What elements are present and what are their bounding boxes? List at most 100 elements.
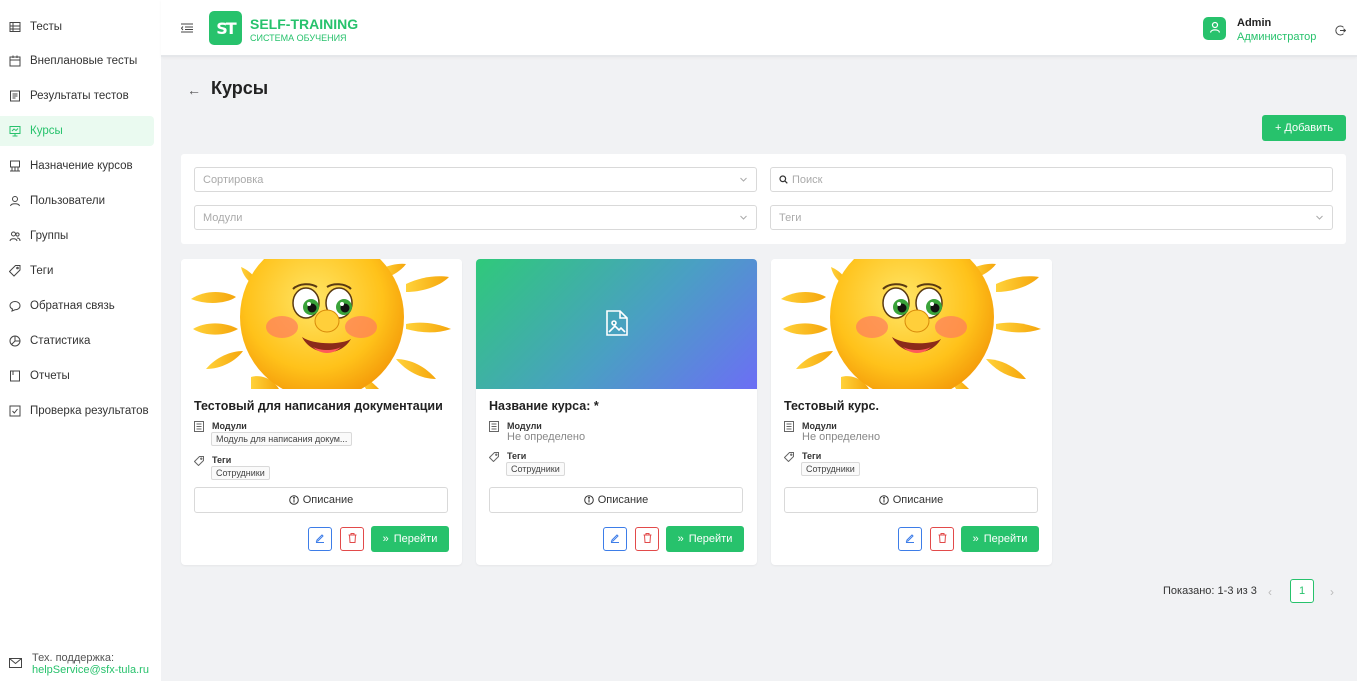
course-title: Название курса: *	[489, 399, 599, 413]
tags-label: Теги	[507, 451, 527, 461]
avatar[interactable]	[1203, 17, 1226, 40]
sidebar-item-results-check[interactable]: Проверка результатов	[0, 396, 154, 426]
search-field[interactable]	[770, 167, 1333, 192]
go-button-label: Перейти	[393, 533, 438, 545]
chevron-right-icon[interactable]: ›	[1330, 585, 1334, 599]
user-role: Администратор	[1237, 31, 1317, 43]
support-email-link[interactable]: helpService@sfx-tula.ru	[32, 664, 149, 676]
course-image-placeholder	[476, 259, 757, 389]
menu-collapse-icon[interactable]	[180, 22, 193, 36]
group-icon	[9, 230, 21, 242]
sidebar-item-label: Назначение курсов	[30, 160, 133, 172]
app-title: SELF-TRAINING	[250, 16, 359, 32]
sidebar: Тесты Внеплановые тесты Результаты тесто…	[0, 0, 161, 681]
sidebar-item-label: Проверка результатов	[30, 405, 149, 417]
pencil-icon	[315, 532, 325, 546]
go-button[interactable]: » Перейти	[371, 526, 449, 552]
sidebar-item-test-results[interactable]: Результаты тестов	[0, 81, 154, 111]
tag-icon	[783, 451, 794, 465]
double-chevron-right-icon: »	[382, 533, 389, 545]
modules-icon	[489, 421, 499, 435]
tag-badge: Сотрудники	[801, 462, 860, 476]
tags-label: Теги	[802, 451, 822, 461]
pencil-icon	[610, 532, 620, 546]
modules-label: Модули	[507, 421, 542, 431]
tag-icon	[488, 451, 499, 465]
sidebar-item-course-assignment[interactable]: Назначение курсов	[0, 151, 154, 181]
go-button[interactable]: » Перейти	[666, 526, 744, 552]
add-course-button[interactable]: + Добавить	[1262, 115, 1346, 141]
app-logo: ST	[209, 11, 242, 45]
tags-select[interactable]: Теги	[770, 205, 1333, 230]
description-button[interactable]: Описание	[489, 487, 743, 513]
chevron-down-icon	[739, 213, 748, 225]
sidebar-item-label: Результаты тестов	[30, 90, 129, 102]
description-button-label: Описание	[302, 494, 354, 506]
description-button-label: Описание	[597, 494, 649, 506]
modules-value: Не определено	[507, 431, 586, 443]
modules-value: Не определено	[802, 431, 881, 443]
sidebar-item-label: Внеплановые тесты	[30, 55, 138, 67]
course-title: Тестовый курс.	[784, 399, 879, 413]
feedback-icon	[9, 300, 21, 312]
tag-icon	[193, 455, 204, 469]
sidebar-item-feedback[interactable]: Обратная связь	[0, 291, 154, 321]
sidebar-item-label: Теги	[30, 265, 54, 277]
results-icon	[9, 90, 21, 102]
courses-icon	[9, 125, 21, 137]
description-button[interactable]: Описание	[194, 487, 448, 513]
modules-icon	[784, 421, 794, 435]
tests-icon	[9, 21, 21, 33]
chevron-left-icon[interactable]: ‹	[1268, 585, 1272, 599]
logout-icon[interactable]	[1335, 25, 1347, 39]
course-title: Тестовый для написания документации	[194, 399, 443, 413]
user-icon	[9, 195, 21, 207]
trash-icon	[643, 532, 652, 546]
sidebar-item-unplanned-tests[interactable]: Внеплановые тесты	[0, 46, 154, 76]
course-card: Тестовый курс. Модули Не определено Теги…	[771, 259, 1052, 565]
sidebar-item-label: Группы	[30, 230, 69, 242]
description-button[interactable]: Описание	[784, 487, 1038, 513]
tag-icon	[9, 265, 21, 277]
back-arrow-icon[interactable]: ←	[187, 82, 201, 98]
delete-button[interactable]	[340, 527, 364, 551]
sort-select[interactable]: Сортировка	[194, 167, 757, 192]
calendar-icon	[9, 55, 21, 67]
edit-button[interactable]	[308, 527, 332, 551]
tag-badge: Сотрудники	[506, 462, 565, 476]
tags-label: Теги	[212, 455, 232, 465]
double-chevron-right-icon: »	[972, 533, 979, 545]
search-input[interactable]	[792, 173, 1332, 186]
sidebar-item-groups[interactable]: Группы	[0, 221, 154, 251]
pencil-icon	[905, 532, 915, 546]
sidebar-item-reports[interactable]: Отчеты	[0, 361, 154, 391]
info-icon	[288, 495, 299, 505]
stats-icon	[9, 335, 21, 347]
sidebar-item-tags[interactable]: Теги	[0, 256, 154, 286]
course-card: Название курса: * Модули Не определено Т…	[476, 259, 757, 565]
edit-button[interactable]	[603, 527, 627, 551]
modules-label: Модули	[802, 421, 837, 431]
go-button-label: Перейти	[983, 533, 1028, 545]
assign-icon	[9, 160, 21, 172]
sidebar-item-label: Отчеты	[30, 370, 70, 382]
sidebar-item-courses[interactable]: Курсы	[0, 116, 154, 146]
delete-button[interactable]	[635, 527, 659, 551]
pagination-page[interactable]: 1	[1290, 579, 1314, 603]
page-title: Курсы	[211, 78, 269, 98]
info-icon	[878, 495, 889, 505]
trash-icon	[348, 532, 357, 546]
sidebar-item-users[interactable]: Пользователи	[0, 186, 154, 216]
mail-icon	[9, 657, 22, 671]
sidebar-item-statistics[interactable]: Статистика	[0, 326, 154, 356]
sidebar-item-label: Обратная связь	[30, 300, 115, 312]
support-contact: Тех. поддержка: helpService@sfx-tula.ru	[9, 652, 149, 676]
delete-button[interactable]	[930, 527, 954, 551]
tags-select-placeholder: Теги	[779, 211, 802, 224]
info-icon	[583, 495, 594, 505]
sidebar-item-tests[interactable]: Тесты	[0, 12, 154, 42]
go-button[interactable]: » Перейти	[961, 526, 1039, 552]
modules-select[interactable]: Модули	[194, 205, 757, 230]
double-chevron-right-icon: »	[677, 533, 684, 545]
edit-button[interactable]	[898, 527, 922, 551]
